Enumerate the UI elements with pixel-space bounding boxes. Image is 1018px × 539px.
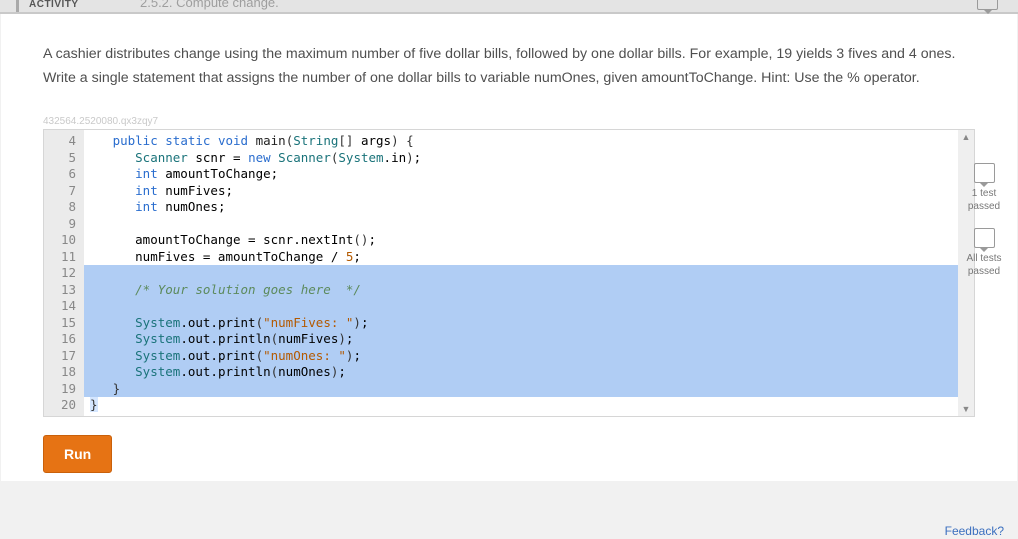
code-line[interactable]: Scanner scnr = new Scanner(System.in); — [84, 150, 974, 167]
all-tests-passed-icon — [974, 228, 995, 248]
code-line[interactable]: System.out.print("numFives: "); — [84, 315, 974, 332]
code-line[interactable]: } — [84, 381, 974, 398]
code-line[interactable]: System.out.println(numFives); — [84, 331, 974, 348]
code-line[interactable] — [84, 265, 974, 282]
points-badge-icon — [977, 0, 998, 10]
watermark-label: 432564.2520080.qx3zqy7 — [43, 116, 975, 127]
run-button[interactable]: Run — [43, 435, 112, 473]
test-passed-icon — [974, 163, 995, 183]
code-area[interactable]: public static void main(String[] args) {… — [84, 130, 974, 416]
all-tests-passed-label: All testspassed — [960, 252, 1008, 278]
header-bar: ACTIVITY 2.5.2. Compute change. — [0, 0, 1018, 14]
results-sidebar: 1 testpassed All testspassed — [960, 163, 1008, 293]
code-line[interactable] — [84, 216, 974, 233]
code-line[interactable]: public static void main(String[] args) { — [84, 133, 974, 150]
code-line[interactable]: System.out.println(numOnes); — [84, 364, 974, 381]
code-line[interactable] — [84, 298, 974, 315]
test-passed-label: 1 testpassed — [960, 187, 1008, 213]
code-line[interactable]: int numOnes; — [84, 199, 974, 216]
code-line[interactable]: System.out.print("numOnes: "); — [84, 348, 974, 365]
scroll-down-icon[interactable]: ▼ — [962, 404, 971, 414]
activity-title: 2.5.2. Compute change. — [140, 0, 279, 10]
code-line[interactable]: /* Your solution goes here */ — [84, 282, 974, 299]
code-line[interactable]: } — [84, 397, 974, 414]
code-line[interactable]: numFives = amountToChange / 5; — [84, 249, 974, 266]
code-line[interactable]: amountToChange = scnr.nextInt(); — [84, 232, 974, 249]
feedback-link[interactable]: Feedback? — [945, 524, 1004, 538]
line-gutter: 4567891011121314151617181920 — [44, 130, 84, 416]
code-line[interactable]: int amountToChange; — [84, 166, 974, 183]
scroll-up-icon[interactable]: ▲ — [962, 132, 971, 142]
prompt-text: A cashier distributes change using the m… — [1, 14, 1017, 116]
activity-tab-label: ACTIVITY — [16, 0, 91, 12]
code-editor[interactable]: 4567891011121314151617181920 public stat… — [43, 129, 975, 417]
code-line[interactable]: int numFives; — [84, 183, 974, 200]
content-panel: A cashier distributes change using the m… — [1, 14, 1017, 481]
